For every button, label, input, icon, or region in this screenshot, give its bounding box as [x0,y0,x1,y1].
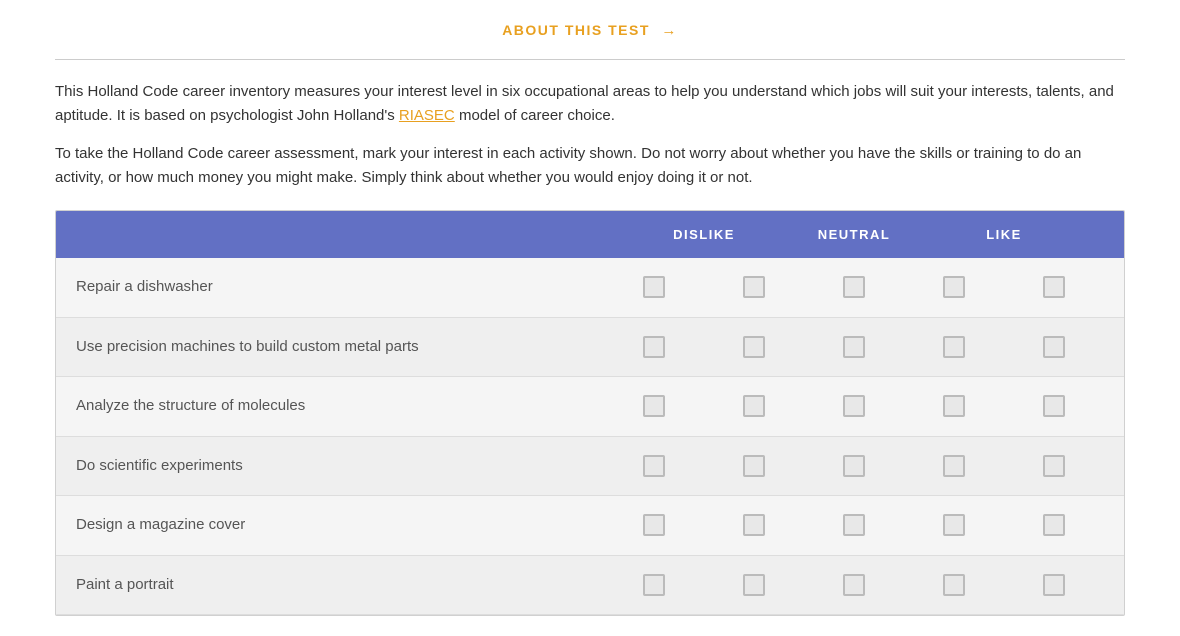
table-row: Paint a portrait [56,556,1124,616]
checkbox-like-strong[interactable] [1043,276,1065,298]
checkbox-like-mild[interactable] [943,336,965,358]
checkbox-dislike-strong[interactable] [643,514,665,536]
th-dislike-group: DISLIKE [604,225,804,245]
table-row: Repair a dishwasher [56,258,1124,318]
checkbox-like-mild[interactable] [943,514,965,536]
activity-label: Repair a dishwasher [76,276,604,299]
checkbox-group [604,574,1104,596]
table-header: DISLIKE NEUTRAL LIKE [56,211,1124,259]
about-test-link[interactable]: ABOUT THIS TEST → [502,22,678,38]
checkbox-dislike-strong[interactable] [643,455,665,477]
checkbox-neutral[interactable] [843,336,865,358]
table-row: Do scientific experiments [56,437,1124,497]
table-row: Design a magazine cover [56,496,1124,556]
divider [55,59,1125,60]
checkbox-group [604,514,1104,536]
th-neutral-label: NEUTRAL [818,225,891,245]
activity-label: Do scientific experiments [76,455,604,478]
checkbox-dislike-strong[interactable] [643,276,665,298]
checkbox-group [604,276,1104,298]
intro-paragraph-2: To take the Holland Code career assessme… [55,142,1125,190]
about-test-label: ABOUT THIS TEST [502,22,650,38]
checkbox-like-strong[interactable] [1043,514,1065,536]
checkbox-group [604,336,1104,358]
checkbox-dislike-mild[interactable] [743,395,765,417]
checkbox-neutral[interactable] [843,574,865,596]
checkbox-dislike-mild[interactable] [743,514,765,536]
about-test-header: ABOUT THIS TEST → [55,20,1125,43]
activity-label: Paint a portrait [76,574,604,597]
checkbox-neutral[interactable] [843,276,865,298]
checkbox-dislike-strong[interactable] [643,395,665,417]
th-neutral-group: NEUTRAL [804,225,904,245]
checkbox-like-strong[interactable] [1043,455,1065,477]
activity-rows: Repair a dishwasher Use precision machine… [56,258,1124,615]
page-wrapper: ABOUT THIS TEST → This Holland Code care… [25,0,1155,636]
th-rating-group: DISLIKE NEUTRAL LIKE [604,225,1104,245]
th-dislike-label: DISLIKE [673,225,735,245]
checkbox-like-strong[interactable] [1043,574,1065,596]
checkbox-like-mild[interactable] [943,574,965,596]
intro-paragraph-1: This Holland Code career inventory measu… [55,80,1125,128]
activity-label: Analyze the structure of molecules [76,395,604,418]
th-like-label: LIKE [986,225,1022,245]
checkbox-neutral[interactable] [843,455,865,477]
checkbox-neutral[interactable] [843,395,865,417]
riasec-link[interactable]: RIASEC [399,107,455,124]
activity-label: Design a magazine cover [76,514,604,537]
checkbox-dislike-strong[interactable] [643,336,665,358]
table-row: Analyze the structure of molecules [56,377,1124,437]
checkbox-dislike-mild[interactable] [743,455,765,477]
checkbox-dislike-strong[interactable] [643,574,665,596]
checkbox-like-mild[interactable] [943,455,965,477]
th-like-group: LIKE [904,225,1104,245]
checkbox-dislike-mild[interactable] [743,276,765,298]
checkbox-group [604,455,1104,477]
table-row: Use precision machines to build custom m… [56,318,1124,378]
checkbox-dislike-mild[interactable] [743,336,765,358]
activity-table: DISLIKE NEUTRAL LIKE Repair a dishwasher… [55,210,1125,617]
checkbox-neutral[interactable] [843,514,865,536]
activity-label: Use precision machines to build custom m… [76,336,604,359]
checkbox-like-strong[interactable] [1043,395,1065,417]
about-test-arrow: → [661,22,678,39]
checkbox-like-mild[interactable] [943,276,965,298]
checkbox-like-strong[interactable] [1043,336,1065,358]
checkbox-like-mild[interactable] [943,395,965,417]
checkbox-dislike-mild[interactable] [743,574,765,596]
checkbox-group [604,395,1104,417]
